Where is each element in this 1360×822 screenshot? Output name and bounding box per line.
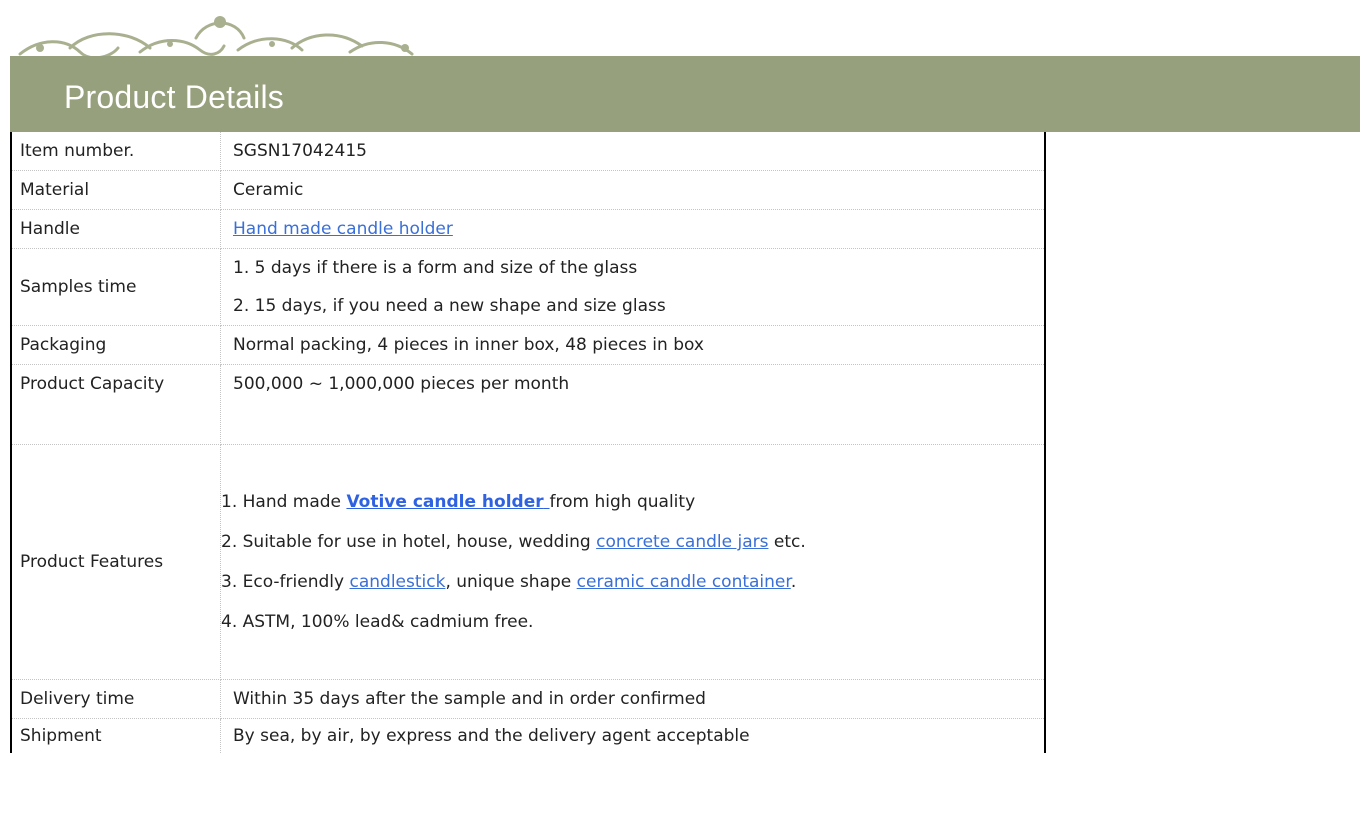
samples-time-line-1: 1. 5 days if there is a form and size of… — [233, 258, 638, 278]
row-label: Product Features — [11, 444, 221, 680]
row-delivery-time: Delivery time Within 35 days after the s… — [11, 679, 1045, 719]
row-value: By sea, by air, by express and the deliv… — [233, 726, 750, 746]
row-label: Samples time — [11, 248, 221, 326]
feature-line-1: 1. Hand made Votive candle holder from h… — [221, 482, 1044, 522]
row-label: Material — [11, 170, 221, 210]
feature-text: 2. Suitable for use in hotel, house, wed… — [221, 532, 597, 552]
row-label: Product Capacity — [11, 364, 221, 445]
feature-text: from high quality — [549, 492, 696, 512]
feature-line-2: 2. Suitable for use in hotel, house, wed… — [221, 522, 1044, 562]
section-title: Product Details — [64, 79, 284, 115]
votive-candle-holder-link[interactable]: Votive candle holder — [346, 492, 549, 512]
row-product-features: Product Features 1. Hand made Votive can… — [11, 444, 1045, 680]
row-value: 1. Hand made Votive candle holder from h… — [220, 444, 1045, 680]
feature-text: 1. Hand made — [221, 492, 347, 512]
section-header-banner: Product Details — [10, 56, 1360, 132]
feature-line-3: 3. Eco-friendly candlestick, unique shap… — [221, 562, 1044, 602]
concrete-candle-jars-link[interactable]: concrete candle jars — [596, 532, 768, 552]
feature-text: . — [790, 572, 797, 592]
feature-text: etc. — [768, 532, 806, 552]
row-value: SGSN17042415 — [220, 132, 1045, 171]
row-packaging: Packaging Normal packing, 4 pieces in in… — [11, 325, 1045, 365]
row-value: 500,000 ~ 1,000,000 pieces per month — [220, 364, 1045, 445]
product-details-page: Product Details Item number. SGSN1704241… — [0, 0, 1360, 822]
samples-time-line-2: 2. 15 days, if you need a new shape and … — [233, 296, 666, 316]
row-value: Hand made candle holder — [220, 209, 1045, 249]
hand-made-candle-holder-link[interactable]: Hand made candle holder — [233, 219, 453, 239]
link-text: Votive candle holder — [346, 492, 544, 512]
row-shipment: Shipment By sea, by air, by express and … — [11, 718, 1045, 753]
row-label: Delivery time — [11, 679, 221, 719]
row-value: Within 35 days after the sample and in o… — [220, 679, 1045, 719]
row-product-capacity: Product Capacity 500,000 ~ 1,000,000 pie… — [11, 364, 1045, 445]
feature-line-4: 4. ASTM, 100% lead& cadmium free. — [221, 612, 534, 632]
row-label: Item number. — [11, 132, 221, 171]
product-details-table: Item number. SGSN17042415 Material Ceram… — [10, 132, 1046, 753]
feature-text: 3. Eco-friendly — [221, 572, 350, 592]
row-value: Normal packing, 4 pieces in inner box, 4… — [220, 325, 1045, 365]
candlestick-link[interactable]: candlestick — [349, 572, 445, 592]
row-material: Material Ceramic — [11, 170, 1045, 210]
row-item-number: Item number. SGSN17042415 — [11, 132, 1045, 171]
ceramic-candle-container-link[interactable]: ceramic candle container — [577, 572, 791, 592]
row-samples-time: Samples time 1. 5 days if there is a for… — [11, 248, 1045, 326]
row-label: Shipment — [11, 718, 221, 753]
row-value: 1. 5 days if there is a form and size of… — [220, 248, 1045, 326]
row-label: Handle — [11, 209, 221, 249]
row-label: Packaging — [11, 325, 221, 365]
feature-text: , unique shape — [445, 572, 577, 592]
row-value: Ceramic — [220, 170, 1045, 210]
row-handle: Handle Hand made candle holder — [11, 209, 1045, 249]
